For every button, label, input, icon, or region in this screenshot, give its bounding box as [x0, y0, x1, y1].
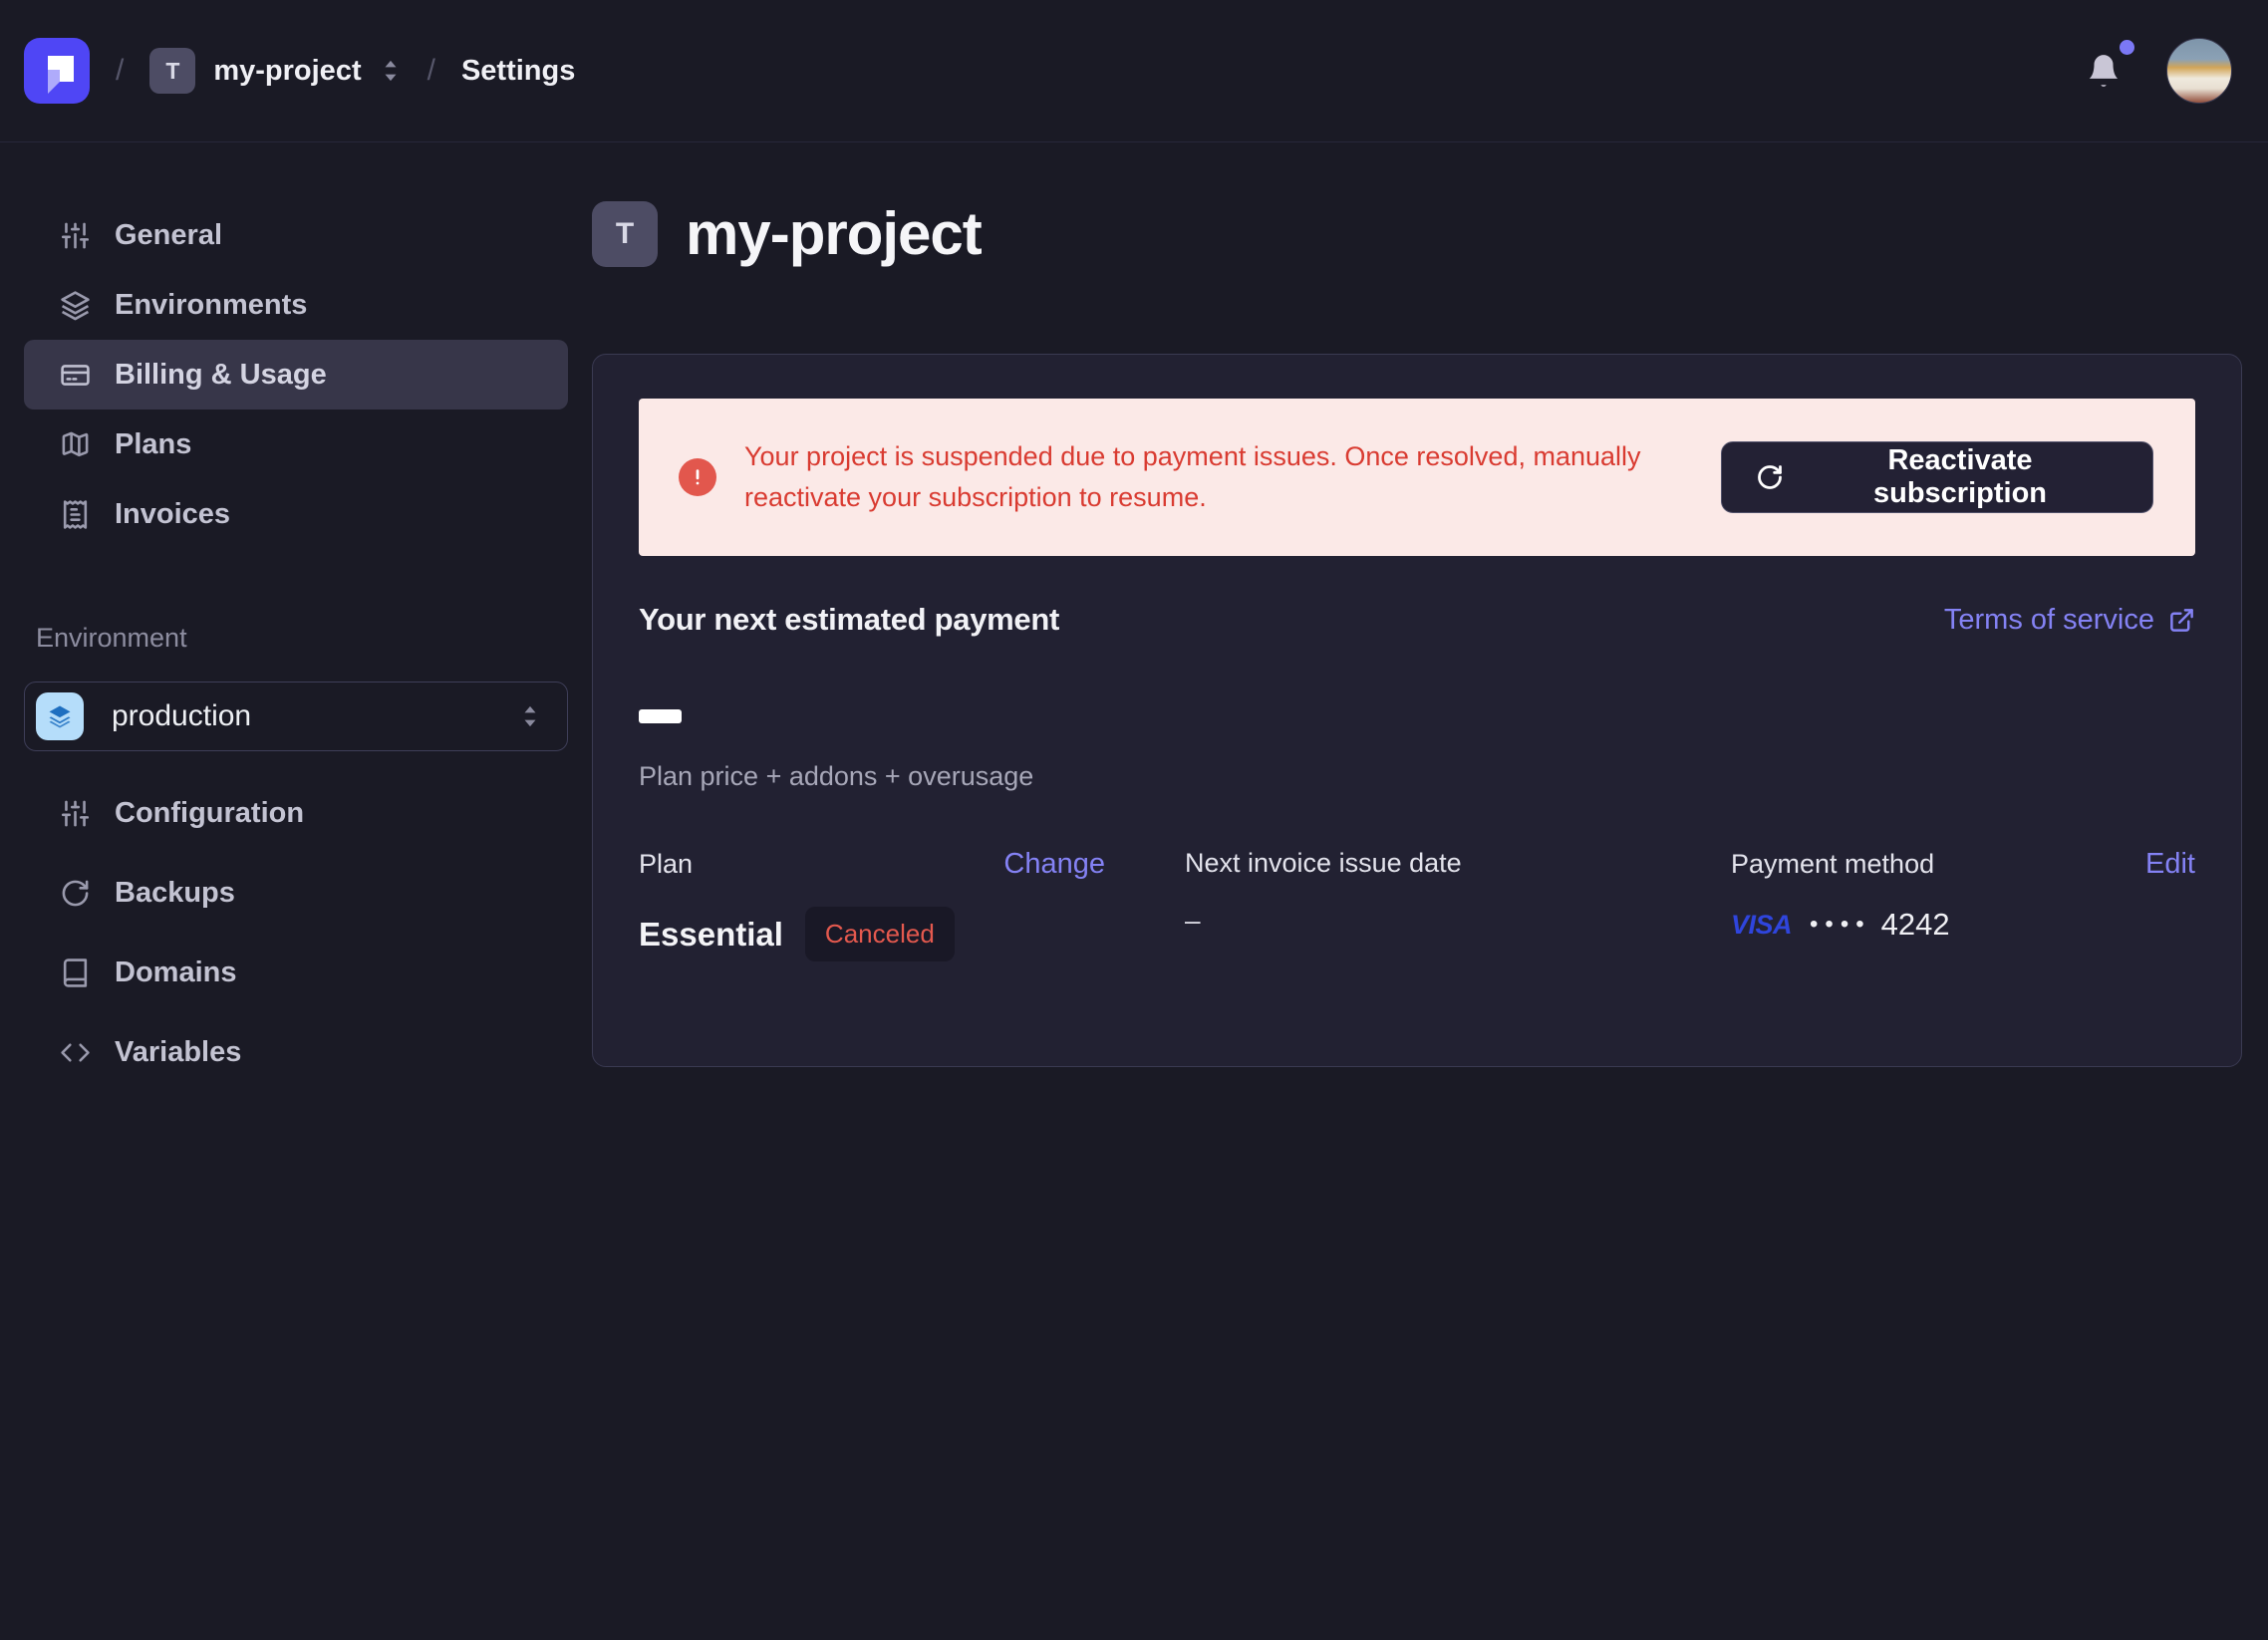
- next-payment-heading: Your next estimated payment: [639, 602, 1059, 638]
- sidebar-item-general[interactable]: General: [24, 200, 568, 270]
- change-plan-link[interactable]: Change: [1003, 848, 1105, 881]
- main-content: T my-project Your project is suspended d…: [592, 142, 2268, 1640]
- project-switcher[interactable]: T my-project: [149, 48, 401, 94]
- credit-card-icon: [60, 360, 91, 391]
- sidebar-item-billing-usage[interactable]: Billing & Usage: [24, 340, 568, 410]
- sidebar-item-label: Environments: [115, 289, 307, 322]
- card-last4: 4242: [1881, 907, 1950, 943]
- receipt-icon: [60, 499, 91, 530]
- layers-icon: [60, 290, 91, 321]
- sliders-icon: [60, 220, 91, 251]
- layers-icon: [46, 702, 74, 730]
- plan-label: Plan: [639, 849, 693, 880]
- next-invoice-column: Next invoice issue date –: [1185, 848, 1731, 961]
- terms-link-label: Terms of service: [1944, 604, 2154, 637]
- visa-logo: VISA: [1731, 910, 1792, 941]
- sidebar-item-label: Configuration: [115, 797, 304, 830]
- suspension-alert-banner: Your project is suspended due to payment…: [639, 399, 2195, 556]
- code-icon: [60, 1037, 91, 1068]
- reactivate-button-label: Reactivate subscription: [1802, 444, 2119, 510]
- plan-status-badge: Canceled: [805, 907, 955, 961]
- breadcrumb-project-name: my-project: [213, 55, 361, 88]
- page-title-avatar: T: [592, 201, 658, 267]
- environment-section-label: Environment: [36, 623, 568, 654]
- terms-of-service-link[interactable]: Terms of service: [1944, 604, 2195, 637]
- breadcrumb-separator: /: [116, 54, 124, 88]
- plan-name: Essential: [639, 916, 783, 954]
- map-icon: [60, 429, 91, 460]
- breadcrumb-settings[interactable]: Settings: [461, 55, 575, 88]
- sidebar-item-variables[interactable]: Variables: [24, 1012, 568, 1092]
- sidebar-item-domains[interactable]: Domains: [24, 933, 568, 1012]
- sidebar-item-invoices[interactable]: Invoices: [24, 479, 568, 549]
- environment-select[interactable]: production: [24, 682, 568, 751]
- refresh-icon: [1756, 463, 1784, 491]
- book-icon: [60, 957, 91, 988]
- breadcrumb-separator: /: [427, 54, 435, 88]
- card-dots: ••••: [1810, 911, 1871, 939]
- alert-icon: [679, 458, 716, 496]
- sidebar-item-plans[interactable]: Plans: [24, 410, 568, 479]
- sidebar-item-label: Plans: [115, 428, 191, 461]
- user-avatar[interactable]: [2166, 38, 2232, 104]
- payment-formula: Plan price + addons + overusage: [639, 761, 2195, 792]
- sidebar-item-backups[interactable]: Backups: [24, 853, 568, 933]
- chevrons-up-down-icon: [380, 56, 402, 86]
- external-link-icon: [2168, 607, 2195, 634]
- sidebar-item-label: Variables: [115, 1036, 241, 1069]
- sidebar-item-label: Invoices: [115, 498, 230, 531]
- plan-column: Plan Change Essential Canceled: [639, 848, 1185, 961]
- sidebar-item-label: Backups: [115, 877, 235, 910]
- sidebar-item-configuration[interactable]: Configuration: [24, 773, 568, 853]
- reactivate-subscription-button[interactable]: Reactivate subscription: [1721, 441, 2153, 513]
- settings-sidebar: General Environments Billing & Usage Pla…: [0, 142, 592, 1640]
- alert-message: Your project is suspended due to payment…: [744, 436, 1721, 518]
- sliders-icon: [60, 798, 91, 829]
- top-header: / T my-project / Settings: [0, 0, 2268, 142]
- app-logo-icon: [24, 38, 90, 104]
- environment-selected-value: production: [112, 699, 251, 733]
- sidebar-item-environments[interactable]: Environments: [24, 270, 568, 340]
- notification-dot: [2120, 40, 2134, 55]
- next-invoice-value: –: [1185, 905, 1201, 937]
- notification-bell-button[interactable]: [2085, 52, 2123, 90]
- page-title: my-project: [686, 199, 982, 268]
- app-logo[interactable]: [24, 38, 90, 104]
- payment-method-column: Payment method Edit VISA •••• 4242: [1731, 848, 2195, 961]
- chevrons-up-down-icon: [519, 701, 541, 731]
- edit-payment-link[interactable]: Edit: [2145, 848, 2195, 881]
- estimated-amount: -: [639, 709, 2195, 723]
- rotate-cw-icon: [60, 878, 91, 909]
- sidebar-item-label: General: [115, 219, 222, 252]
- payment-method-label: Payment method: [1731, 849, 1934, 880]
- next-invoice-label: Next invoice issue date: [1185, 848, 1462, 879]
- bell-icon: [2085, 52, 2123, 90]
- billing-card: Your project is suspended due to payment…: [592, 354, 2242, 1067]
- sidebar-item-label: Billing & Usage: [115, 359, 327, 392]
- sidebar-item-label: Domains: [115, 957, 236, 989]
- project-avatar: T: [149, 48, 195, 94]
- environment-icon: [36, 692, 84, 740]
